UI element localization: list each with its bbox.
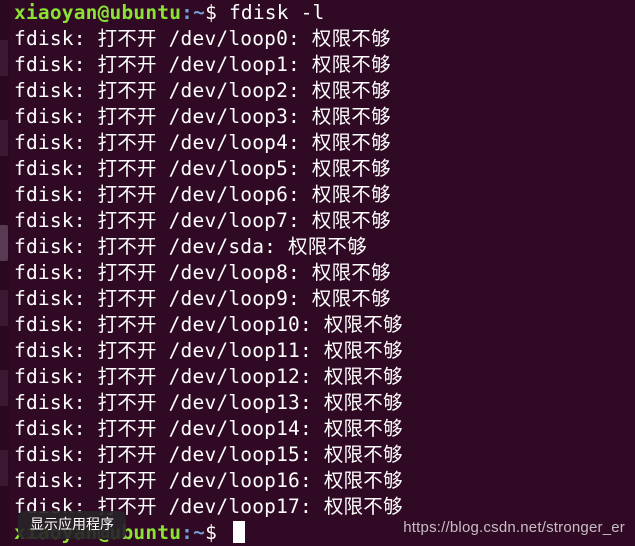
output-line: fdisk: 打不开 /dev/loop7: 权限不够	[14, 209, 391, 232]
dock-app-icon[interactable]	[0, 370, 8, 406]
prompt-line: xiaoyan@ubuntu:~$ fdisk -l	[14, 0, 635, 26]
output-line: fdisk: 打不开 /dev/loop2: 权限不够	[14, 79, 391, 102]
output-line: fdisk: 打不开 /dev/loop3: 权限不够	[14, 105, 391, 128]
output-line: fdisk: 打不开 /dev/loop5: 权限不够	[14, 157, 391, 180]
command-text: fdisk -l	[228, 1, 325, 24]
dock-app-icon[interactable]	[0, 40, 8, 76]
text-cursor	[232, 521, 245, 543]
dock-app-icon[interactable]	[0, 290, 8, 326]
show-applications-tooltip: 显示应用程序	[18, 511, 126, 539]
output-line: fdisk: 打不开 /dev/loop14: 权限不够	[14, 417, 403, 440]
prompt-user-host: xiaoyan@ubuntu	[14, 1, 182, 24]
prompt-symbol: $	[205, 521, 229, 544]
dock-app-icon[interactable]	[0, 120, 8, 156]
output-line: fdisk: 打不开 /dev/loop16: 权限不够	[14, 469, 403, 492]
dock-app-icon[interactable]	[0, 450, 8, 486]
output-line: fdisk: 打不开 /dev/loop12: 权限不够	[14, 365, 403, 388]
output-line: fdisk: 打不开 /dev/loop8: 权限不够	[14, 261, 391, 284]
terminal-window[interactable]: xiaoyan@ubuntu:~$ fdisk -l fdisk: 打不开 /d…	[0, 0, 635, 546]
output-line: fdisk: 打不开 /dev/loop1: 权限不够	[14, 53, 391, 76]
prompt-symbol: $	[205, 1, 229, 24]
output-line: fdisk: 打不开 /dev/loop10: 权限不够	[14, 313, 403, 336]
dock-app-icon[interactable]	[0, 225, 8, 261]
dock-edge	[0, 0, 10, 546]
output-line: fdisk: 打不开 /dev/loop4: 权限不够	[14, 131, 391, 154]
prompt-path: :~	[181, 521, 206, 544]
watermark: https://blog.csdn.net/stronger_er	[403, 519, 625, 536]
output-line: fdisk: 打不开 /dev/loop13: 权限不够	[14, 391, 403, 414]
output-line: fdisk: 打不开 /dev/loop15: 权限不够	[14, 443, 403, 466]
terminal-output: xiaoyan@ubuntu:~$ fdisk -l fdisk: 打不开 /d…	[14, 0, 635, 546]
prompt-path: :~	[181, 1, 206, 24]
output-line: fdisk: 打不开 /dev/loop0: 权限不够	[14, 27, 391, 50]
output-line: fdisk: 打不开 /dev/sda: 权限不够	[14, 235, 367, 258]
output-line: fdisk: 打不开 /dev/loop9: 权限不够	[14, 287, 391, 310]
output-line: fdisk: 打不开 /dev/loop6: 权限不够	[14, 183, 391, 206]
output-line: fdisk: 打不开 /dev/loop11: 权限不够	[14, 339, 403, 362]
